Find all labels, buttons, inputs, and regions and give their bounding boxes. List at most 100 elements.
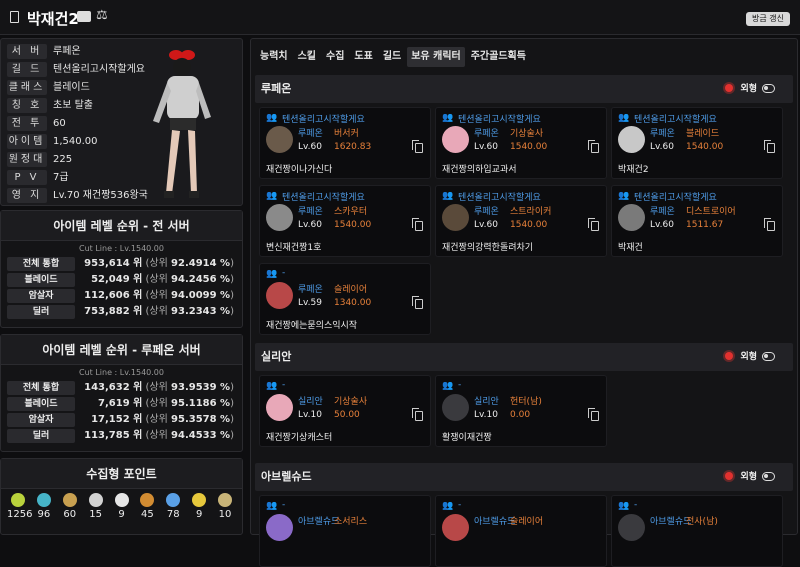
rank-row: 블레이드 52,049 위 (상위 94.2456 %): [5, 272, 238, 288]
rank-close-paren: ): [230, 430, 234, 441]
character-avatar: [442, 204, 469, 231]
character-level: Lv.60: [298, 142, 322, 152]
copy-icon[interactable]: [412, 408, 423, 421]
rank-percent: 93.2343 %: [171, 306, 231, 317]
guild-icon: 👥: [442, 191, 454, 201]
profile-value: Lv.70 재건짱536왕국: [53, 190, 148, 201]
collect-point-icon: [11, 493, 25, 507]
character-class: 디스트로이어: [686, 207, 736, 217]
rank-number: 143,632 위: [84, 382, 143, 393]
appearance-toggle[interactable]: [762, 472, 775, 481]
guild-icon: 👥: [442, 113, 454, 123]
rank-category: 암살자: [7, 413, 75, 427]
id-card-icon[interactable]: [77, 11, 91, 22]
refresh-button[interactable]: 방금 갱신: [746, 12, 790, 26]
collect-point-icon: [62, 493, 77, 507]
rank-row: 블레이드 7,619 위 (상위 95.1186 %): [5, 396, 238, 412]
character-level: Lv.60: [474, 142, 498, 152]
character-item-level: 0.00: [510, 410, 531, 420]
character-card[interactable]: 👥 - 실리안 헌터(남) Lv.10 0.00 활쟁이재건짱: [435, 375, 607, 447]
collect-point[interactable]: 45: [136, 489, 158, 520]
character-card[interactable]: 👥 텐션올리고시작할게요 루페온 디스트로이어 Lv.60 1511.67 박재건: [611, 185, 783, 257]
appearance-label: 외형: [740, 352, 757, 362]
character-card[interactable]: 👥 - 아브렐슈드 전사(남): [611, 495, 783, 567]
guild-icon: 👥: [442, 381, 454, 391]
collect-point[interactable]: 9: [188, 489, 210, 520]
character-card[interactable]: 👥 텐션올리고시작할게요 루페온 블레이드 Lv.60 1540.00 박재건2: [611, 107, 783, 179]
copy-icon[interactable]: [412, 218, 423, 231]
tab-3[interactable]: 도표: [350, 47, 376, 67]
collect-point[interactable]: 78: [162, 489, 184, 520]
collect-point[interactable]: 96: [33, 489, 55, 520]
guild-icon: 👥: [266, 191, 278, 201]
character-card[interactable]: 👥 - 실리안 기상술사 Lv.10 50.00 재건짱기상캐스터: [259, 375, 431, 447]
rank-number: 953,614 위: [84, 258, 143, 269]
tab-1[interactable]: 스킬: [294, 47, 320, 67]
collect-point[interactable]: 9: [111, 489, 133, 520]
rank-percent: 94.4533 %: [171, 430, 231, 441]
server-section-header: 아브렐슈드 외형: [255, 463, 793, 491]
tab-2[interactable]: 수집: [322, 47, 348, 67]
copy-icon[interactable]: [588, 140, 599, 153]
copy-icon[interactable]: [412, 140, 423, 153]
rank-close-paren: ): [230, 398, 234, 409]
tab-0[interactable]: 능력치: [256, 47, 292, 67]
character-card[interactable]: 👥 텐션올리고시작할게요 루페온 버서커 Lv.60 1620.83 재건짱이나가신다: [259, 107, 431, 179]
guild-name: 텐션올리고시작할게요: [458, 115, 541, 125]
rank-upper-label: (상위: [145, 414, 168, 425]
character-name: 재건짱기상캐스터: [266, 433, 333, 443]
character-card[interactable]: 👥 텐션올리고시작할게요 루페온 스트라이커 Lv.60 1540.00 재건짱의강력한돌려…: [435, 185, 607, 257]
copy-icon[interactable]: [588, 408, 599, 421]
copy-icon[interactable]: [764, 218, 775, 231]
collect-point-value: 9: [118, 509, 125, 520]
rank-value: 112,606 위 (상위 94.0099 %): [84, 289, 234, 303]
scale-icon[interactable]: ⚖: [96, 8, 108, 23]
copy-icon[interactable]: [412, 296, 423, 309]
rank-percent: 94.2456 %: [171, 274, 231, 285]
rank-row: 암살자 112,606 위 (상위 94.0099 %): [5, 288, 238, 304]
guild-icon: 👥: [266, 501, 278, 511]
rank-server-title: 아이템 레벨 순위 - 루페온 서버: [1, 335, 242, 365]
character-item-level: 1540.00: [510, 220, 548, 230]
character-card[interactable]: 👥 - 아브렐슈드 슬레이어: [435, 495, 607, 567]
rank-upper-label: (상위: [145, 430, 168, 441]
rank-number: 112,606 위: [84, 290, 143, 301]
character-card[interactable]: 👥 - 아브렐슈드 소서리스: [259, 495, 431, 567]
collect-point[interactable]: 15: [85, 489, 107, 520]
guild-name: -: [282, 380, 286, 390]
profile-key: P V P: [7, 170, 47, 198]
character-class: 슬레이어: [510, 517, 544, 527]
character-avatar: [266, 204, 293, 231]
bookmark-icon[interactable]: [10, 11, 19, 23]
character-level: Lv.60: [298, 220, 322, 230]
collect-point[interactable]: 1256: [7, 489, 32, 520]
collect-point[interactable]: 60: [59, 489, 81, 520]
collect-point-value: 9: [195, 509, 203, 520]
sun-icon: [725, 352, 733, 360]
character-class: 스트라이커: [510, 207, 552, 217]
appearance-toggle[interactable]: [762, 352, 775, 361]
collect-point[interactable]: 10: [214, 489, 236, 520]
character-card[interactable]: 👥 텐션올리고시작할게요 루페온 기상술사 Lv.60 1540.00 재건짱의하입교과서: [435, 107, 607, 179]
character-card[interactable]: 👥 - 루페온 슬레이어 Lv.59 1340.00 재건짱에는묻의스익시작: [259, 263, 431, 335]
character-card[interactable]: 👥 텐션올리고시작할게요 루페온 스카우터 Lv.60 1540.00 변신재건짱1호: [259, 185, 431, 257]
rank-value: 17,152 위 (상위 95.3578 %): [91, 413, 234, 427]
tab-4[interactable]: 길드: [379, 47, 405, 67]
tab-5[interactable]: 보유 캐릭터: [407, 47, 465, 67]
server-name: 루페온: [261, 82, 292, 95]
rank-number: 52,049 위: [91, 274, 143, 285]
collect-point-icon: [166, 493, 181, 507]
rank-upper-label: (상위: [145, 290, 168, 301]
tab-6[interactable]: 주간골드획득: [467, 47, 530, 67]
rank-all-title: 아이템 레벨 순위 - 전 서버: [1, 211, 242, 241]
character-avatar: [266, 514, 293, 541]
copy-icon[interactable]: [588, 218, 599, 231]
copy-icon[interactable]: [764, 140, 775, 153]
appearance-toggle[interactable]: [762, 84, 775, 93]
collect-points-panel: 수집형 포인트 1256 96 60 15 9 45 78 9 10: [0, 458, 243, 535]
collect-point-value: 96: [37, 509, 51, 520]
rank-close-paren: ): [230, 290, 234, 301]
main-panel: 능력치 스킬 수집 도표 길드 보유 캐릭터 주간골드획득 루페온 외형 👥 텐션올리고시작할게요…: [250, 38, 798, 567]
character-figure: [153, 50, 211, 198]
rank-category: 딜러: [7, 429, 75, 443]
